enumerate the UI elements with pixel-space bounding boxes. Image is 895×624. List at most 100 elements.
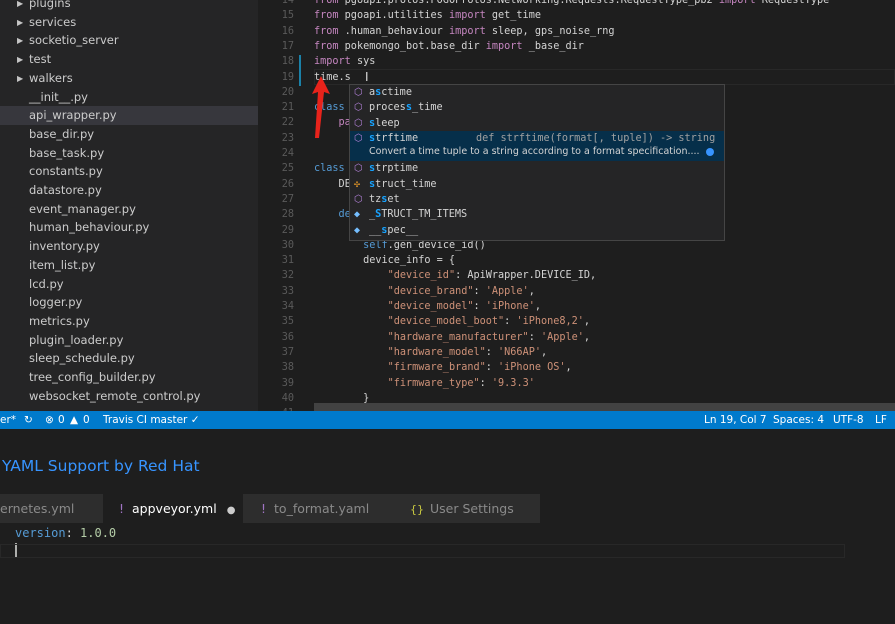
suggestion-item[interactable]: ◆ _STRUCT_TM_ITEMS	[350, 207, 724, 222]
code-token: ,	[540, 346, 548, 358]
line-number: 25	[281, 163, 294, 175]
tab-appveyor[interactable]: ! appveyor.yml ●	[103, 494, 243, 523]
chevron-right-icon[interactable]: ▶	[17, 13, 23, 32]
field-icon: ◆	[354, 224, 361, 236]
sidebar-item-label: walkers	[29, 70, 73, 85]
code-token: "firmware_brand"	[387, 362, 486, 374]
sidebar-item-label: logger.py	[29, 295, 83, 310]
suggestion-label-part: _time	[411, 102, 443, 114]
sidebar-item-label: websocket_remote_control.py	[29, 388, 201, 403]
sidebar-item[interactable]: tree_config_builder.py	[0, 368, 258, 387]
sidebar-item-label: lcd.py	[29, 276, 64, 291]
code-token: class	[314, 163, 345, 175]
sidebar-item[interactable]: ▶ socketio_server	[0, 31, 258, 50]
code-token: "firmware_type"	[387, 377, 480, 389]
sidebar-item[interactable]: metrics.py	[0, 312, 258, 331]
cursor-position[interactable]: Ln 19, Col 7	[704, 411, 767, 429]
horizontal-scrollbar[interactable]	[314, 403, 895, 411]
suggestion-item[interactable]: ◆ __spec__	[350, 223, 724, 238]
sidebar-item-label: services	[29, 14, 77, 29]
sidebar-item[interactable]: sleep_schedule.py	[0, 349, 258, 368]
line-number: 38	[281, 362, 294, 374]
suggestion-item[interactable]: ⬡ tzset	[350, 192, 724, 207]
autocomplete-suggestions[interactable]: ⬡ asctime ⬡ process_time ⬡ sleep ⬡ strftime def …	[349, 84, 725, 241]
yaml-editor[interactable]: version: 1.0.0	[0, 523, 895, 624]
line-number: 39	[281, 377, 294, 389]
info-icon[interactable]	[705, 147, 714, 156]
suggestion-label-part: trftime	[375, 132, 419, 144]
line-number: 21	[281, 102, 294, 114]
tab-user-settings[interactable]: {} User Settings	[388, 494, 540, 523]
sidebar-item[interactable]: __init__.py	[0, 88, 258, 107]
code-token: pgoapi.utilities	[344, 10, 449, 22]
error-count[interactable]: 0	[58, 411, 65, 429]
sync-icon[interactable]: ↻	[24, 411, 33, 429]
current-line-highlight	[0, 544, 845, 558]
line-number: 19	[281, 71, 294, 83]
indentation[interactable]: Spaces: 4	[773, 411, 824, 429]
code-token: 'iPhone'	[485, 301, 535, 312]
sidebar-item[interactable]: event_manager.py	[0, 200, 258, 219]
code-token: de	[314, 209, 351, 221]
tab-label: ernetes.yml	[0, 501, 75, 516]
travis-ci-status[interactable]: Travis CI master ✓	[103, 411, 200, 429]
encoding[interactable]: UTF-8	[833, 411, 864, 429]
code-token: :	[473, 301, 486, 312]
suggestion-item[interactable]: ⬡ strftime def strftime(format[, tuple]) -…	[350, 130, 724, 147]
code-token: :	[485, 362, 499, 374]
code-token: ,	[583, 331, 591, 343]
branch-name[interactable]: er*	[0, 411, 16, 429]
line-number: 29	[281, 224, 294, 236]
code-token: .human_behaviour	[344, 25, 449, 37]
chevron-right-icon[interactable]: ▶	[17, 31, 23, 50]
suggestion-item[interactable]: ⬡ strptime	[350, 161, 724, 176]
tab-to-format[interactable]: ! to_format.yaml	[243, 494, 388, 523]
warning-count[interactable]: 0	[83, 411, 90, 429]
method-icon: ⬡	[354, 102, 363, 114]
code-token: :	[528, 331, 541, 343]
sidebar-item[interactable]: base_task.py	[0, 144, 258, 163]
sidebar-item-label: metrics.py	[29, 313, 90, 328]
line-ending[interactable]: LF	[875, 411, 887, 429]
code-token: ,	[583, 316, 591, 328]
chevron-right-icon[interactable]: ▶	[17, 50, 23, 69]
code-token: .gen_device_id()	[387, 239, 486, 251]
sidebar-item[interactable]: datastore.py	[0, 181, 258, 200]
suggestion-item[interactable]: ✣ struct_time	[350, 177, 724, 192]
suggestion-label-part: __	[369, 224, 382, 236]
sidebar-item[interactable]: plugin_loader.py	[0, 331, 258, 350]
tab-kubernetes[interactable]: ernetes.yml	[0, 494, 103, 523]
sidebar-item[interactable]: human_behaviour.py	[0, 218, 258, 237]
sidebar-item[interactable]: websocket_remote_control.py	[0, 387, 258, 406]
code-line: from pokemongo_bot.base_dir import _base…	[314, 39, 584, 54]
yaml-key: version	[15, 526, 66, 540]
suggestion-item[interactable]: ⬡ process_time	[350, 100, 724, 115]
sidebar-item[interactable]: ▶ walkers	[0, 69, 258, 88]
sidebar-item-label: __init__.py	[29, 89, 88, 104]
chevron-right-icon[interactable]: ▶	[17, 0, 23, 13]
code-line: "firmware_brand": 'iPhone OS',	[314, 360, 572, 375]
code-token: "device_brand"	[387, 285, 474, 297]
sidebar-item[interactable]: inventory.py	[0, 237, 258, 256]
sidebar-item[interactable]: api_wrapper.py	[0, 106, 258, 126]
code-line: "device_model_boot": 'iPhone8,2',	[314, 314, 590, 329]
chevron-right-icon[interactable]: ▶	[17, 69, 23, 88]
sidebar-item[interactable]: item_list.py	[0, 256, 258, 275]
code-token: :	[473, 285, 486, 297]
suggestion-label-part: ctime	[381, 87, 412, 98]
suggestion-item[interactable]: ⬡ sleep	[350, 116, 724, 131]
suggestion-item[interactable]: ⬡ asctime	[350, 85, 724, 100]
red-arrow-annotation	[312, 76, 330, 138]
sidebar-item[interactable]: lcd.py	[0, 275, 258, 294]
sidebar-item[interactable]: ▶ test	[0, 50, 258, 69]
sidebar-item[interactable]: base_dir.py	[0, 125, 258, 144]
code-token: import	[448, 10, 492, 22]
unsaved-dot-icon[interactable]: ●	[227, 505, 236, 516]
sidebar-item[interactable]: ▶ plugins	[0, 0, 258, 13]
sidebar-item[interactable]: constants.py	[0, 162, 258, 181]
sidebar-item[interactable]: ▶ services	[0, 13, 258, 32]
method-icon: ⬡	[354, 87, 363, 98]
sidebar-item-label: tree_config_builder.py	[29, 370, 156, 384]
sidebar-item[interactable]: logger.py	[0, 293, 258, 312]
